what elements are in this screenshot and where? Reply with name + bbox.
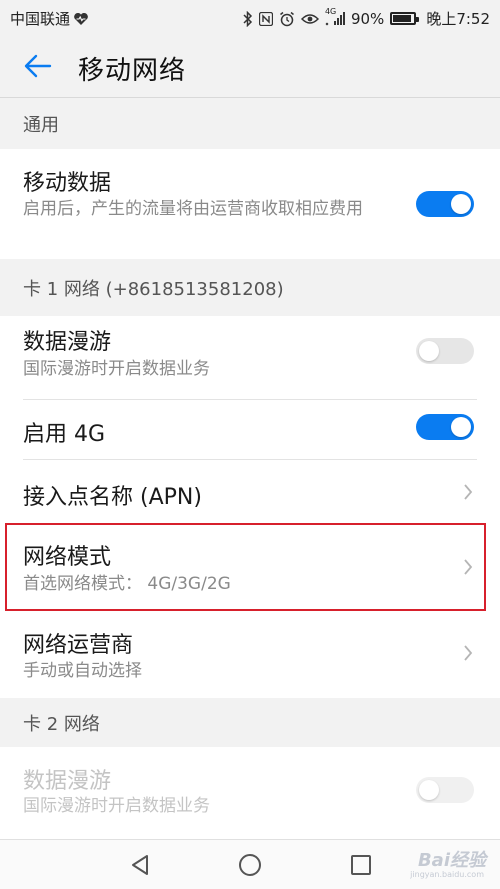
watermark-url: jingyan.baidu.com (410, 870, 484, 879)
data-roaming-title: 数据漫游 (23, 330, 112, 355)
chevron-right-icon (460, 643, 476, 663)
row-mobile-data[interactable]: 移动数据 启用后，产生的流量将由运营商收取相应费用 (0, 149, 500, 259)
mobile-data-title: 移动数据 (23, 171, 112, 196)
row-data-roaming-sim1[interactable]: 数据漫游 国际漫游时开启数据业务 (0, 316, 500, 400)
toggle-knob (419, 341, 439, 361)
carrier-name: 中国联通 (10, 10, 71, 28)
data-roaming-toggle-disabled (416, 777, 474, 803)
nav-home-button[interactable] (235, 850, 265, 880)
toggle-knob (451, 417, 471, 437)
enable-4g-toggle[interactable] (416, 414, 474, 440)
status-icons: 4G 90% 晚上7:52 (243, 7, 490, 29)
network-type-label: 4G (324, 7, 337, 16)
apn-title: 接入点名称 (APN) (23, 485, 202, 510)
row-data-roaming-sim2: 数据漫游 国际漫游时开启数据业务 (0, 747, 500, 839)
enable-4g-title: 启用 4G (23, 422, 106, 447)
toggle-knob (451, 194, 471, 214)
square-recents-icon (351, 855, 371, 875)
circle-home-icon (239, 854, 261, 876)
mobile-data-subtitle: 启用后，产生的流量将由运营商收取相应费用 (23, 199, 363, 219)
alarm-icon (279, 11, 295, 27)
bluetooth-icon (243, 10, 253, 27)
nav-back-button[interactable] (125, 850, 155, 880)
status-bar: 中国联通 4G 90% 晚上7:52 (0, 0, 500, 34)
nav-recents-button[interactable] (346, 850, 376, 880)
carrier-group: 中国联通 (10, 8, 89, 29)
section-header-general: 通用 (0, 99, 500, 149)
chevron-right-icon (460, 482, 476, 502)
network-carrier-title: 网络运营商 (23, 633, 134, 658)
network-mode-title: 网络模式 (23, 545, 112, 570)
row-network-mode[interactable]: 网络模式 首选网络模式： 4G/3G/2G (0, 523, 500, 611)
chevron-right-icon (460, 557, 476, 577)
row-network-carrier[interactable]: 网络运营商 手动或自动选择 (0, 611, 500, 698)
row-apn[interactable]: 接入点名称 (APN) (0, 460, 500, 523)
battery-percent: 90% (350, 9, 385, 28)
signal-icon: 4G (325, 7, 345, 26)
network-mode-subtitle: 首选网络模式： 4G/3G/2G (23, 574, 231, 594)
data-roaming-title-disabled: 数据漫游 (23, 769, 112, 794)
back-button[interactable] (20, 48, 56, 84)
eye-icon (300, 13, 319, 25)
network-carrier-subtitle: 手动或自动选择 (23, 661, 142, 681)
battery-icon (390, 12, 420, 25)
section-header-sim2: 卡 2 网络 (0, 698, 500, 747)
nfc-icon (258, 11, 273, 26)
battery-fill (393, 15, 412, 22)
watermark-text: Bai经验 (417, 850, 486, 871)
data-roaming-toggle[interactable] (416, 338, 474, 364)
section-header-sim1: 卡 1 网络 (+8618513581208) (0, 259, 500, 316)
title-bar: 移动网络 (0, 34, 500, 98)
triangle-back-icon (132, 855, 148, 875)
data-roaming-subtitle: 国际漫游时开启数据业务 (23, 359, 210, 379)
toggle-knob (419, 780, 439, 800)
row-enable-4g[interactable]: 启用 4G (0, 400, 500, 460)
heart-icon (73, 12, 89, 26)
data-roaming-subtitle-disabled: 国际漫游时开启数据业务 (23, 796, 210, 816)
mobile-data-toggle[interactable] (416, 191, 474, 217)
page-title: 移动网络 (78, 56, 187, 86)
clock: 晚上7:52 (426, 10, 490, 28)
back-arrow-icon (24, 54, 52, 78)
watermark: Bai经验 jingyan.baidu.com (410, 846, 486, 879)
